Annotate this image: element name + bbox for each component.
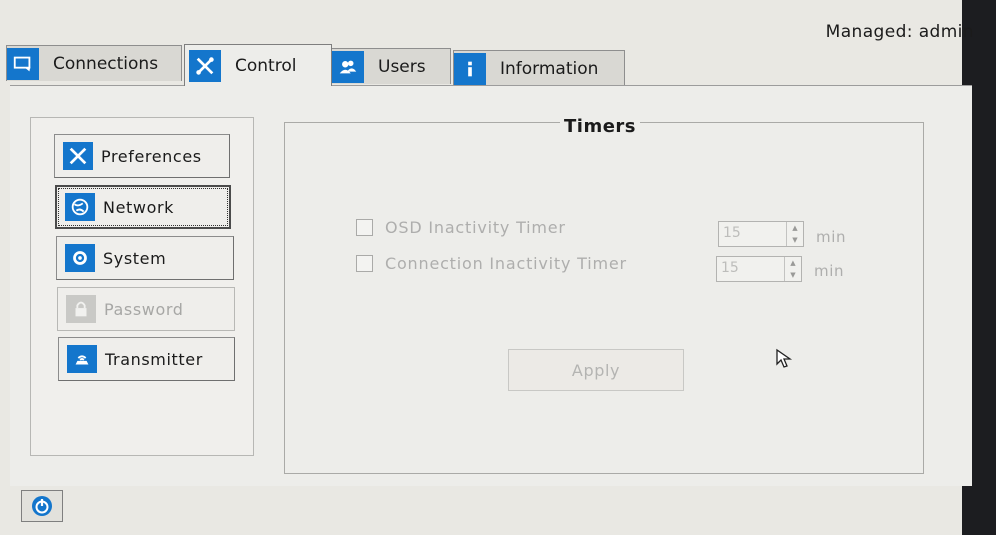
system-label: System [103, 248, 167, 268]
transmitter-label: Transmitter [105, 349, 203, 369]
tab-connections[interactable]: Connections [6, 45, 182, 81]
password-button[interactable]: Password [57, 287, 235, 331]
network-button[interactable]: Network [55, 185, 231, 229]
managed-status: Managed: admin [826, 22, 974, 42]
transmitter-icon [67, 345, 97, 373]
timers-title: Timers [560, 116, 641, 137]
tools-icon [189, 49, 221, 82]
timers-group [284, 122, 924, 474]
power-icon [32, 496, 52, 516]
osd-timer-stepper[interactable]: ▲ ▼ [786, 222, 803, 246]
connection-timer-unit: min [814, 262, 845, 280]
managed-user: admin [918, 22, 974, 42]
tools-icon [63, 142, 93, 170]
apply-button[interactable]: Apply [508, 349, 684, 391]
osd-timer-label: OSD Inactivity Timer [385, 218, 566, 237]
osd-timer-value[interactable] [723, 225, 783, 241]
password-label: Password [104, 299, 184, 319]
system-button[interactable]: System [56, 236, 234, 280]
tab-users[interactable]: Users [331, 48, 451, 84]
monitor-icon [7, 47, 39, 80]
connection-timer-stepper[interactable]: ▲ ▼ [784, 257, 801, 281]
lock-icon [66, 295, 96, 323]
gear-icon [65, 244, 95, 272]
tab-information[interactable]: Information [453, 50, 625, 86]
mouse-cursor-icon [776, 348, 793, 368]
osd-timer-checkbox[interactable] [356, 219, 373, 236]
osd-timer-row: OSD Inactivity Timer [356, 218, 566, 237]
preferences-label: Preferences [101, 146, 202, 166]
managed-label: Managed: [825, 22, 913, 42]
tab-control-label: Control [235, 55, 297, 76]
transmitter-button[interactable]: Transmitter [58, 337, 235, 381]
tab-information-label: Information [500, 58, 599, 79]
connection-timer-row: Connection Inactivity Timer [356, 254, 627, 273]
info-icon [454, 52, 486, 85]
osd-timer-spinbox[interactable]: ▲▼ [718, 221, 804, 247]
connection-timer-value[interactable] [721, 260, 781, 276]
tab-users-label: Users [378, 56, 426, 77]
preferences-button[interactable]: Preferences [54, 134, 230, 178]
connection-timer-label: Connection Inactivity Timer [385, 254, 627, 273]
connection-timer-checkbox[interactable] [356, 255, 373, 272]
osd-timer-unit: min [816, 228, 847, 246]
connection-timer-spinbox[interactable]: ▲▼ [716, 256, 802, 282]
tab-control[interactable]: Control [184, 44, 332, 86]
network-label: Network [103, 197, 175, 217]
power-button[interactable] [21, 490, 63, 522]
network-globe-icon [65, 193, 95, 221]
users-icon [332, 50, 364, 83]
tab-connections-label: Connections [53, 53, 159, 74]
